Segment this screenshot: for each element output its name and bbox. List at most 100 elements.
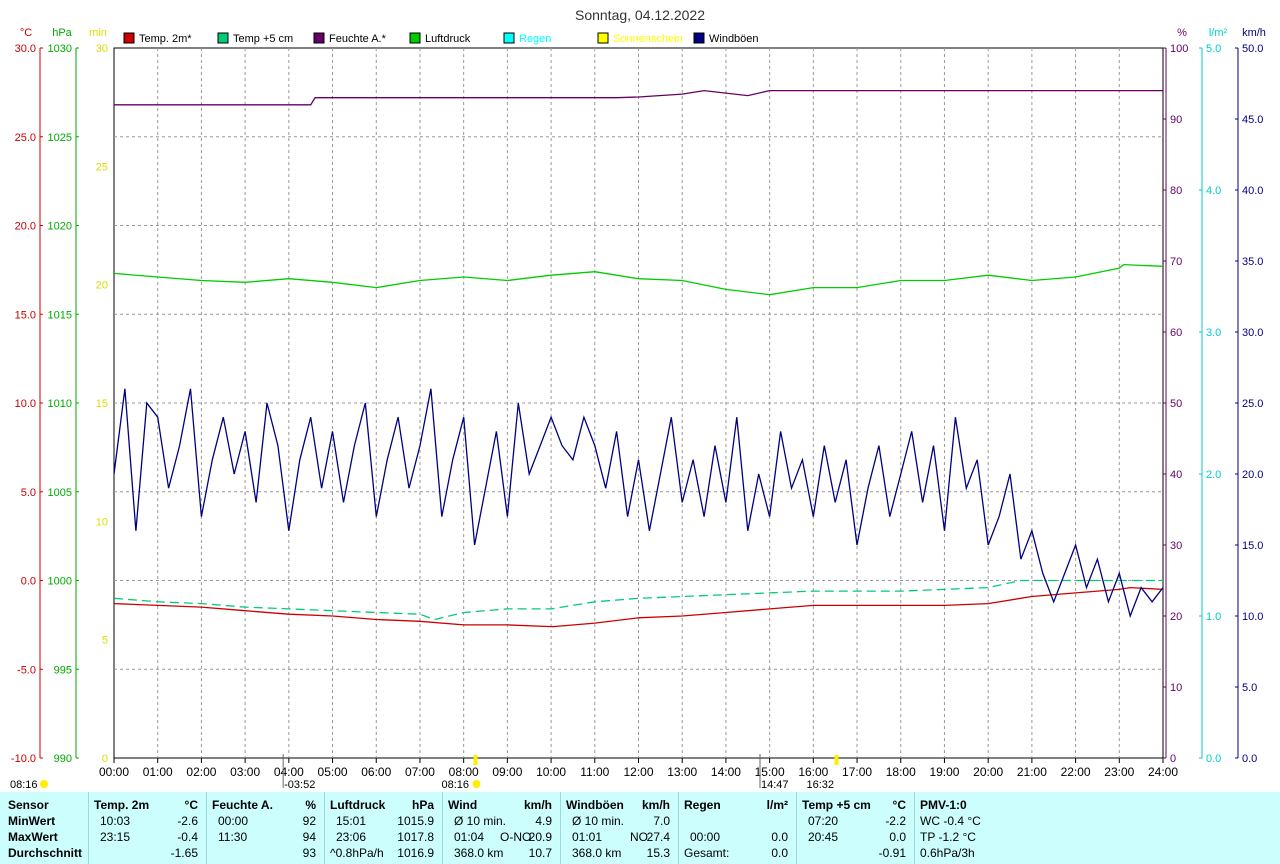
wind-unit: km/h (523, 798, 552, 812)
x-tick-label: 07:00 (405, 765, 435, 779)
legend-swatch (693, 32, 705, 44)
x-tick-label: 05:00 (318, 765, 348, 779)
temp2m-min-time: 10:03 (100, 814, 131, 828)
temp_c-tick-label: 15.0 (15, 309, 36, 321)
temp_c-tick-label: 25.0 (15, 132, 36, 144)
sunrise-label: 08:16 (441, 779, 469, 791)
hum_pct-tick-label: 40 (1170, 469, 1182, 481)
rain-max: 0.0 (771, 830, 788, 844)
pressure-trend: ^0.8hPa/h (330, 846, 384, 860)
wind_kmh-tick-label: 30.0 (1242, 327, 1263, 339)
sun_min-tick-label: 10 (96, 516, 108, 528)
legend-label: Temp. 2m* (139, 33, 192, 45)
time-marker-label: -03:52 (284, 779, 315, 791)
gusts-avg10-label: Ø 10 min. (572, 814, 625, 828)
x-tick-label: 19:00 (929, 765, 959, 779)
wind_kmh-tick-label: 10.0 (1242, 611, 1263, 623)
press_hpa-tick-label: 1020 (48, 221, 72, 233)
x-tick-label: 00:00 (99, 765, 129, 779)
press_hpa-unit-label: hPa (52, 27, 72, 39)
x-tick-label: 04:00 (274, 765, 304, 779)
wind-title: Wind (448, 798, 478, 812)
rain-total: 0.0 (771, 846, 788, 860)
humidity-max-time: 11:30 (218, 830, 248, 844)
rain-total-label: Gesamt: (684, 846, 730, 860)
hum_pct-tick-label: 80 (1170, 185, 1182, 197)
wind-max-time: 01:04 (454, 830, 485, 844)
hum_pct-tick-label: 20 (1170, 611, 1182, 623)
gusts-avg: 15.3 (646, 846, 670, 860)
press_hpa-tick-label: 1000 (48, 576, 72, 588)
pressure-min-time: 15:01 (336, 814, 367, 828)
pressure-unit: hPa (411, 798, 434, 812)
chart-title: Sonntag, 04.12.2022 (575, 7, 705, 23)
press_hpa-tick-label: 1030 (48, 43, 72, 55)
legend-swatch (313, 32, 325, 44)
x-tick-label: 13:00 (667, 765, 697, 779)
x-tick-label: 23:00 (1104, 765, 1134, 779)
sun_min-tick-label: 15 (96, 398, 108, 410)
wind_kmh-tick-label: 5.0 (1242, 682, 1257, 694)
rain-max-time: 00:00 (690, 830, 721, 844)
row-label-max: MaxWert (8, 830, 58, 844)
legend-label: Feuchte A.* (329, 33, 387, 45)
legend-label: Luftdruck (425, 33, 471, 45)
wind-avg: 10.7 (528, 846, 552, 860)
temp_c-tick-label: 0.0 (21, 576, 36, 588)
temp5cm-max: 0.0 (889, 830, 906, 844)
x-tick-label: 12:00 (623, 765, 653, 779)
temp5cm-min: -2.2 (885, 814, 906, 828)
x-tick-label: 18:00 (886, 765, 916, 779)
sunrise-icon (472, 780, 481, 788)
legend-label: Windböen (709, 33, 759, 45)
temp2m-min: -2.6 (177, 814, 198, 828)
press_hpa-tick-label: 995 (54, 664, 72, 676)
wind-avg10: 4.9 (535, 814, 552, 828)
rain_lm2-tick-label: 1.0 (1206, 611, 1221, 623)
hum_pct-tick-label: 50 (1170, 398, 1182, 410)
sun_min-tick-label: 5 (102, 635, 108, 647)
press_hpa-tick-label: 1005 (48, 487, 72, 499)
x-tick-label: 09:00 (492, 765, 522, 779)
temp5cm-avg: -0.91 (878, 846, 906, 860)
hum_pct-tick-label: 70 (1170, 256, 1182, 268)
wind-distance: 368.0 km (454, 846, 504, 860)
wind-avg10-label: Ø 10 min. (454, 814, 507, 828)
temp2m-max-time: 23:15 (100, 830, 131, 844)
hum_pct-tick-label: 30 (1170, 540, 1182, 552)
x-tick-label: 08:00 (449, 765, 479, 779)
rain_lm2-tick-label: 0.0 (1206, 753, 1221, 765)
wind_kmh-tick-label: 0.0 (1242, 753, 1257, 765)
rain_lm2-unit-label: l/m² (1209, 27, 1228, 39)
legend-swatch (597, 32, 609, 44)
humidity-avg: 93 (302, 846, 316, 860)
sunset-label: 16:32 (806, 779, 834, 791)
temp5cm-min-time: 07:20 (808, 814, 839, 828)
sun-marker (473, 755, 478, 765)
x-tick-label: 02:00 (186, 765, 216, 779)
rain_lm2-tick-label: 4.0 (1206, 185, 1221, 197)
weather-chart: 00:00 01:00 02:00 03:00 04:00 05:00 06:00 07:00… (10, 7, 1266, 791)
temp_c-tick-label: 10.0 (15, 398, 36, 410)
legend-label: Regen (519, 33, 551, 45)
press_hpa-tick-label: 990 (54, 753, 72, 765)
wind-max: 20.9 (528, 830, 552, 844)
temp5cm-max-time: 20:45 (808, 830, 839, 844)
wind_kmh-unit-label: km/h (1242, 27, 1266, 39)
x-tick-label: 11:00 (580, 765, 609, 779)
x-tick-label: 10:00 (536, 765, 566, 779)
temp_c-tick-label: -10.0 (11, 753, 36, 765)
gusts-max-time: 01:01 (572, 830, 603, 844)
legend-swatch (217, 32, 229, 44)
legend-label: Sonnenschein (613, 33, 683, 45)
x-tick-label: 24:00 (1148, 765, 1178, 779)
gusts-avg10: 7.0 (653, 814, 670, 828)
x-tick-label: 14:00 (711, 765, 741, 779)
statistics-table: Sensor MinWert MaxWert Durchschnitt Temp… (0, 792, 1280, 864)
wind_kmh-tick-label: 35.0 (1242, 256, 1263, 268)
temp5cm-unit: °C (892, 798, 906, 812)
rain_lm2-tick-label: 3.0 (1206, 327, 1221, 339)
wind_kmh-tick-label: 50.0 (1242, 43, 1263, 55)
hum_pct-tick-label: 100 (1170, 43, 1188, 55)
temp_c-unit-label: °C (20, 27, 32, 39)
